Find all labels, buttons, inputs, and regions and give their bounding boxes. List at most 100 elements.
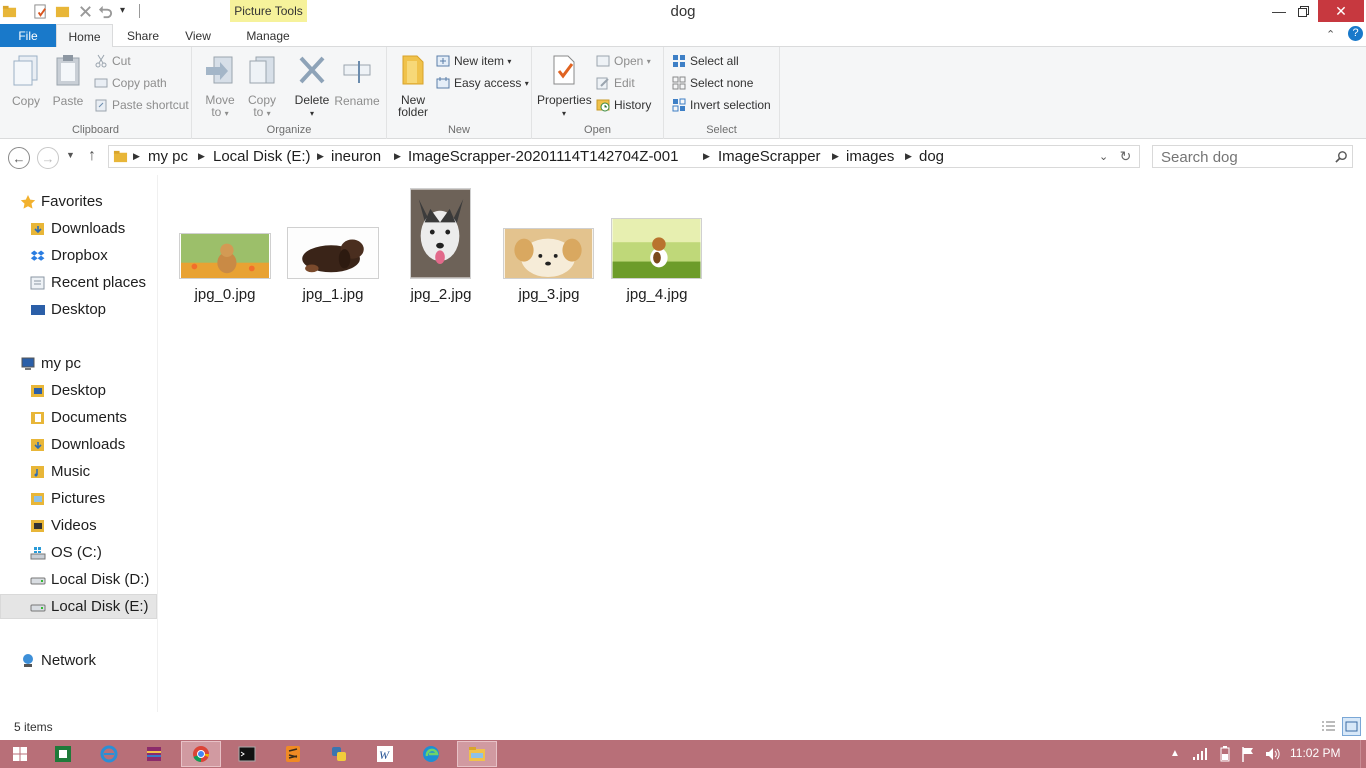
nav-pc-desktop[interactable]: Desktop	[0, 378, 157, 403]
nav-favorites[interactable]: Favorites	[0, 189, 157, 214]
nav-favorites-downloads[interactable]: Downloads	[0, 216, 157, 241]
move-to-icon	[206, 56, 233, 84]
select-none-button[interactable]: Select none	[672, 73, 753, 93]
nav-pc-videos[interactable]: Videos	[0, 513, 157, 538]
breadcrumb-separator-icon[interactable]: ▶	[198, 151, 205, 162]
search-icon[interactable]	[1335, 150, 1348, 163]
large-icons-view-button[interactable]	[1342, 717, 1361, 736]
back-button[interactable]: ←	[8, 147, 30, 169]
tab-home[interactable]: Home	[56, 24, 113, 48]
breadcrumb-ineuron[interactable]: ineuron	[331, 148, 381, 165]
nav-favorites-dropbox[interactable]: Dropbox	[0, 243, 157, 268]
paste-shortcut-button[interactable]: Paste shortcut	[94, 95, 189, 115]
new-item-button[interactable]: New item ▾	[436, 51, 511, 71]
file-item[interactable]: jpg_3.jpg	[499, 185, 599, 305]
move-to-button[interactable]: Move to ▾	[198, 51, 242, 118]
taskbar-clock[interactable]: 11:02 PM	[1290, 746, 1340, 760]
clipboard-group: Copy Paste Cut Copy path Paste shortcut …	[0, 47, 192, 139]
nav-pc-os-c[interactable]: OS (C:)	[0, 540, 157, 565]
nav-pc-documents[interactable]: Documents	[0, 405, 157, 430]
copy-to-button[interactable]: Copy to ▾	[240, 51, 284, 118]
cut-button[interactable]: Cut	[94, 51, 131, 71]
history-icon	[596, 99, 610, 112]
delete-button[interactable]: Delete ▾	[290, 51, 334, 118]
up-button[interactable]: ↑	[88, 147, 96, 165]
details-view-icon[interactable]	[1321, 720, 1336, 733]
nav-favorites-recent-places[interactable]: Recent places	[0, 270, 157, 295]
breadcrumb-my-pc[interactable]: my pc	[148, 148, 188, 165]
breadcrumb-images[interactable]: images	[846, 148, 894, 165]
nav-pc-local-disk-d[interactable]: Local Disk (D:)	[0, 567, 157, 592]
rename-button[interactable]: Rename	[334, 51, 380, 113]
refresh-icon: ↻	[1119, 148, 1132, 164]
nav-pc-local-disk-e[interactable]: Local Disk (E:)	[0, 594, 157, 619]
breadcrumb-separator-icon[interactable]: ▶	[905, 151, 912, 162]
taskbar-word[interactable]: W	[365, 741, 405, 767]
arrow-right-icon: →	[41, 150, 55, 166]
taskbar-file-explorer[interactable]	[457, 741, 497, 767]
paste-button[interactable]: Paste	[46, 51, 90, 113]
minimize-ribbon-chevron-icon[interactable]: ⌃	[1326, 28, 1335, 41]
battery-icon[interactable]	[1220, 746, 1230, 762]
file-item[interactable]: jpg_2.jpg	[391, 185, 491, 305]
recent-locations-chevron-icon[interactable]: ▼	[66, 150, 75, 160]
breadcrumb-separator-icon[interactable]: ▶	[832, 151, 839, 162]
taskbar-sublime-text[interactable]	[273, 741, 313, 767]
breadcrumb-dog[interactable]: dog	[919, 148, 944, 165]
start-button[interactable]	[0, 741, 40, 767]
edit-button[interactable]: Edit	[596, 73, 635, 93]
copy-path-button[interactable]: Copy path	[94, 73, 167, 93]
tab-share[interactable]: Share	[118, 24, 168, 47]
breadcrumb-separator-icon[interactable]: ▶	[703, 151, 710, 162]
nav-favorites-desktop[interactable]: Desktop	[0, 297, 157, 322]
address-bar[interactable]: ▶ my pc ▶ Local Disk (E:) ▶ ineuron ▶ Im…	[108, 145, 1140, 168]
breadcrumb-imagescrapper[interactable]: ImageScrapper	[718, 148, 821, 165]
breadcrumb-local-disk-e[interactable]: Local Disk (E:)	[213, 148, 311, 165]
taskbar-chrome[interactable]	[181, 741, 221, 767]
nav-my-pc[interactable]: my pc	[0, 351, 157, 376]
nav-pc-pictures[interactable]: Pictures	[0, 486, 157, 511]
file-item[interactable]: jpg_4.jpg	[607, 185, 707, 305]
invert-selection-button[interactable]: Invert selection	[672, 95, 771, 115]
file-item[interactable]: jpg_0.jpg	[175, 185, 275, 305]
action-center-flag-icon[interactable]	[1241, 746, 1255, 762]
select-group: Select all Select none Invert selection …	[664, 47, 780, 139]
breadcrumb-imagescrapper-archive[interactable]: ImageScrapper-20201114T142704Z-001	[408, 148, 678, 165]
address-history-chevron-icon[interactable]: ⌄	[1099, 150, 1108, 163]
internet-explorer-icon	[100, 745, 118, 763]
taskbar-edge[interactable]	[411, 741, 451, 767]
select-all-button[interactable]: Select all	[672, 51, 739, 71]
show-hidden-icons-chevron-icon[interactable]: ▲	[1170, 748, 1180, 759]
volume-icon[interactable]	[1264, 746, 1280, 762]
close-button[interactable]: ✕	[1318, 0, 1364, 22]
history-button[interactable]: History	[596, 95, 651, 115]
breadcrumb-separator-icon[interactable]: ▶	[317, 151, 324, 162]
help-icon[interactable]: ?	[1348, 26, 1363, 41]
properties-button[interactable]: Properties ▾	[537, 51, 592, 118]
tab-manage[interactable]: Manage	[236, 24, 300, 47]
network-signal-icon[interactable]	[1192, 747, 1208, 761]
select-none-label: Select none	[690, 76, 754, 90]
tab-view[interactable]: View	[176, 24, 220, 47]
taskbar-winrar[interactable]	[134, 741, 174, 767]
breadcrumb-separator-icon[interactable]: ▶	[394, 151, 401, 162]
breadcrumb-separator-icon[interactable]: ▶	[133, 151, 140, 162]
file-item[interactable]: jpg_1.jpg	[283, 185, 383, 305]
tab-file[interactable]: File	[0, 24, 56, 47]
forward-button[interactable]: →	[37, 147, 59, 169]
new-folder-button[interactable]: New folder	[391, 51, 435, 118]
show-desktop-button[interactable]	[1360, 740, 1366, 768]
nav-network[interactable]: Network	[0, 648, 157, 673]
nav-pc-music[interactable]: Music	[0, 459, 157, 484]
taskbar-command-prompt[interactable]	[227, 741, 267, 767]
taskbar-python[interactable]	[319, 741, 359, 767]
nav-pc-downloads[interactable]: Downloads	[0, 432, 157, 457]
taskbar-internet-explorer[interactable]	[89, 741, 129, 767]
open-button[interactable]: Open ▾	[596, 51, 651, 71]
taskbar-excel[interactable]	[43, 741, 83, 767]
search-input[interactable]	[1161, 148, 1326, 166]
refresh-button[interactable]: ↻	[1112, 145, 1140, 168]
easy-access-button[interactable]: Easy access ▾	[436, 73, 529, 93]
copy-button[interactable]: Copy	[4, 51, 48, 113]
thumbnail-image	[410, 188, 471, 279]
